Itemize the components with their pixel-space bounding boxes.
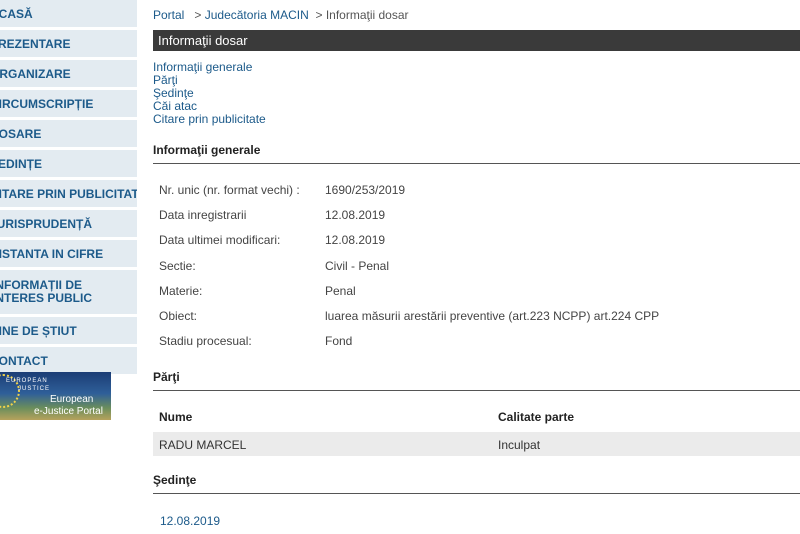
info-row: Stadiu procesual: Fond <box>159 334 352 348</box>
info-row: Obiect: luarea măsurii arestării preventi… <box>159 309 659 323</box>
sidebar-item-label: CIRCUMSCRIPȚIE <box>0 96 94 111</box>
info-row: Materie: Penal <box>159 284 356 298</box>
info-value: 12.08.2019 <box>325 208 386 222</box>
column-header-calitate: Calitate parte <box>498 410 575 424</box>
info-value: Fond <box>325 334 353 348</box>
table-row: RADU MARCEL Inculpat <box>153 432 800 456</box>
section-heading-parti: Părţi <box>153 370 800 391</box>
banner-subtitle: e-Justice Portal <box>34 406 103 417</box>
sidebar-item-label: ACASĂ <box>0 6 33 21</box>
info-label: Nr. unic (nr. format vechi) : <box>159 183 300 197</box>
info-value: luarea măsurii arestării preventive (art… <box>325 309 660 323</box>
section-heading-sedinte: Şedinţe <box>153 473 800 494</box>
breadcrumb: Portal > Judecătoria MACIN > Informaţii … <box>153 8 409 22</box>
sidebar-item-organizare[interactable]: ORGANIZARE <box>0 60 137 90</box>
sidebar-item-acasa[interactable]: ACASĂ <box>0 0 137 30</box>
sidebar-item-prezentare[interactable]: PREZENTARE <box>0 30 137 60</box>
breadcrumb-portal-link[interactable]: Portal <box>153 8 184 22</box>
info-label: Materie: <box>159 284 203 298</box>
sidebar-item-label: ORGANIZARE <box>0 66 71 81</box>
info-label: Data ultimei modificari: <box>159 233 281 247</box>
anchor-citare-publicitate[interactable]: Citare prin publicitate <box>153 113 266 126</box>
info-value: 1690/253/2019 <box>325 183 406 197</box>
info-label: Sectie: <box>159 259 196 273</box>
sidebar-item-label: DOSARE <box>0 126 42 141</box>
info-row: Data ultimei modificari: 12.08.2019 <box>159 233 385 247</box>
info-row: Nr. unic (nr. format vechi) : 1690/253/20… <box>159 183 405 197</box>
breadcrumb-court-link[interactable]: Judecătoria MACIN <box>205 8 309 22</box>
sidebar-item-circumscriptie[interactable]: CIRCUMSCRIPȚIE <box>0 90 137 120</box>
sidebar-item-bine-de-stiut[interactable]: BINE DE ȘTIUT <box>0 317 137 347</box>
party-role: Inculpat <box>498 438 541 452</box>
breadcrumb-separator: > <box>194 8 202 22</box>
sidebar-item-label: PREZENTARE <box>0 36 71 51</box>
sidebar-item-instanta-in-cifre[interactable]: INSTANTA IN CIFRE <box>0 240 137 270</box>
ejustice-portal-banner[interactable]: EUROPEAN JUSTICE European e-Justice Port… <box>0 372 111 420</box>
banner-title: European <box>50 394 94 405</box>
sidebar-item-label: CONTACT <box>0 353 48 368</box>
section-heading-informatii-generale: Informaţii generale <box>153 143 800 164</box>
breadcrumb-separator: > <box>315 8 323 22</box>
banner-small-text: JUSTICE <box>18 386 51 392</box>
breadcrumb-current: Informaţii dosar <box>325 8 409 22</box>
sidebar-item-label: INFORMAȚII DE INTERES PUBLIC <box>0 278 93 305</box>
info-value: Civil - Penal <box>325 259 390 273</box>
sedinta-date-link[interactable]: 12.08.2019 <box>160 514 220 528</box>
info-label: Obiect: <box>159 309 198 323</box>
sidebar-item-label: BINE DE ȘTIUT <box>0 323 77 338</box>
column-header-nume: Nume <box>159 410 193 424</box>
page-title: Informaţii dosar <box>153 30 800 51</box>
sidebar-item-citare[interactable]: CITARE PRIN PUBLICITATE <box>0 180 137 210</box>
sidebar-item-label: CITARE PRIN PUBLICITATE <box>0 186 137 201</box>
info-label: Stadiu procesual: <box>159 334 252 348</box>
sidebar-nav: ACASĂ PREZENTARE ORGANIZARE CIRCUMSCRIPȚ… <box>0 0 137 377</box>
sidebar-item-informatii-interes-public[interactable]: INFORMAȚII DE INTERES PUBLIC <box>0 270 137 317</box>
banner-small-text: EUROPEAN <box>6 378 48 384</box>
party-name: RADU MARCEL <box>159 438 247 452</box>
info-row: Data inregistrarii 12.08.2019 <box>159 208 385 222</box>
sidebar-item-dosare[interactable]: DOSARE <box>0 120 137 150</box>
info-value: Penal <box>325 284 356 298</box>
info-value: 12.08.2019 <box>325 233 386 247</box>
sidebar-item-label: INSTANTA IN CIFRE <box>0 246 104 261</box>
sidebar-item-sedinte[interactable]: ȘEDINȚE <box>0 150 137 180</box>
sidebar-item-jurisprudenta[interactable]: JURISPRUDENȚĂ <box>0 210 137 240</box>
section-anchor-links: Informaţii generale Părţi Şedinţe Căi at… <box>153 61 266 126</box>
sidebar-item-label: ȘEDINȚE <box>0 156 43 171</box>
sidebar-item-label: JURISPRUDENȚĂ <box>0 216 93 231</box>
info-label: Data inregistrarii <box>159 208 247 222</box>
info-row: Sectie: Civil - Penal <box>159 259 389 273</box>
parti-table-header: Nume Calitate parte <box>153 404 800 428</box>
